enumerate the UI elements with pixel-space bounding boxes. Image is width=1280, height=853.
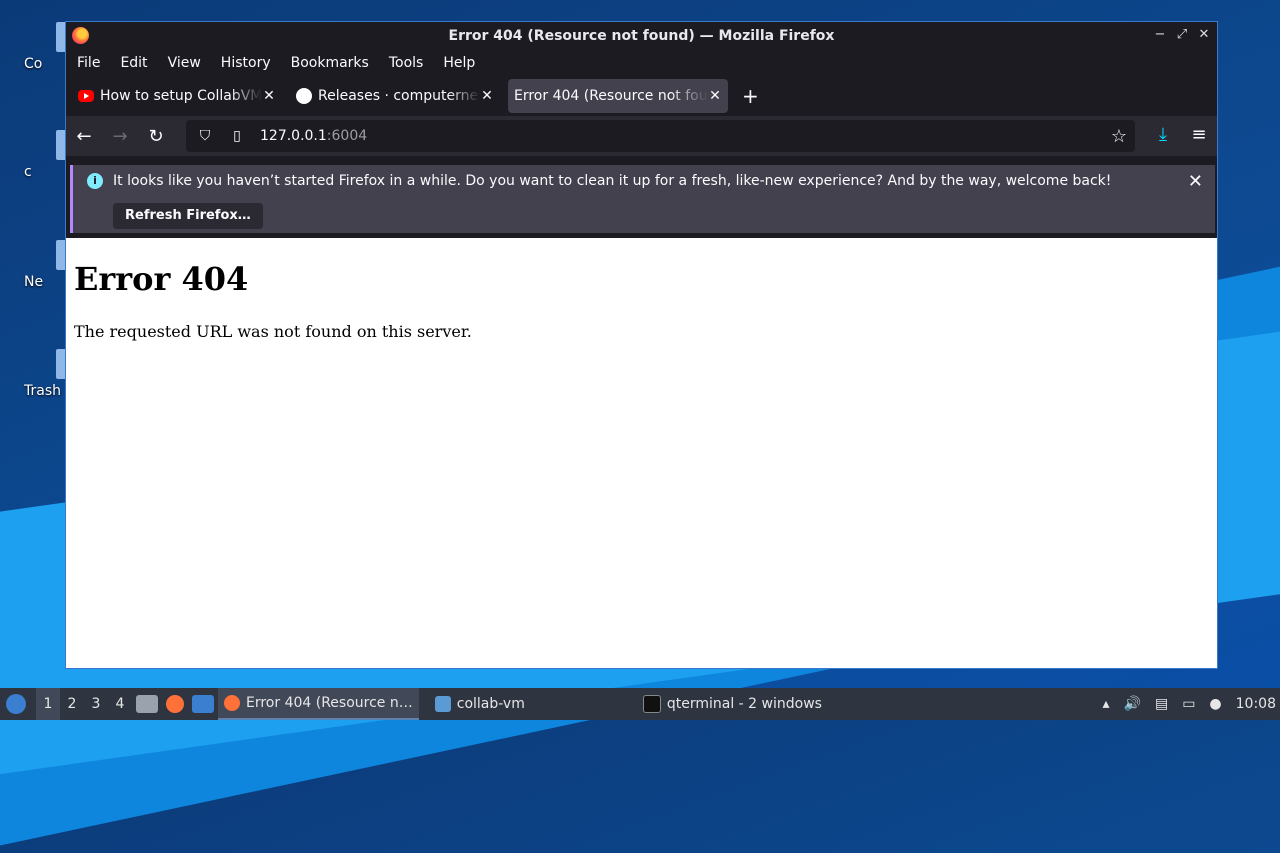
- downloads-icon[interactable]: ⤓: [1153, 124, 1173, 145]
- page-info-icon[interactable]: ▯: [228, 128, 246, 144]
- menu-tools[interactable]: Tools: [389, 55, 424, 71]
- shield-icon[interactable]: ⛉: [196, 128, 214, 144]
- tab-collabvm-video[interactable]: How to setup CollabVM S ✕: [72, 79, 282, 113]
- volume-icon[interactable]: 🔊: [1124, 696, 1141, 712]
- terminal-icon: [642, 695, 661, 713]
- bookmark-star-icon[interactable]: ☆: [1111, 126, 1127, 147]
- minimize-button[interactable]: −: [1153, 26, 1167, 44]
- desktop-icon-label: Trash: [24, 383, 61, 399]
- firefox-logo-icon: [72, 27, 89, 44]
- show-desktop-icon[interactable]: [192, 695, 214, 713]
- task-label: Error 404 (Resource n…: [246, 695, 413, 711]
- notification-message: It looks like you haven’t started Firefo…: [113, 173, 1112, 189]
- taskbar: 1 2 3 4 Error 404 (Resource n… collab-vm…: [0, 688, 1280, 720]
- task-label: collab-vm: [456, 696, 525, 712]
- firefox-launcher-icon[interactable]: [166, 695, 184, 713]
- menu-history[interactable]: History: [221, 55, 271, 71]
- url-port: :6004: [326, 128, 368, 144]
- tab-label: How to setup CollabVM S: [100, 88, 262, 104]
- info-icon: i: [87, 173, 103, 189]
- title-bar[interactable]: Error 404 (Resource not found) — Mozilla…: [66, 22, 1217, 50]
- menu-help[interactable]: Help: [443, 55, 475, 71]
- forward-button[interactable]: →: [102, 126, 138, 147]
- tab-bar: How to setup CollabVM S ✕ Releases · com…: [66, 76, 1217, 116]
- desktop-icon-label: c: [24, 164, 32, 180]
- clock[interactable]: 10:08: [1236, 696, 1276, 712]
- workspace-2[interactable]: 2: [60, 696, 84, 712]
- url-text[interactable]: 127.0.0.1:6004: [260, 128, 367, 144]
- page-heading: Error 404: [74, 260, 249, 298]
- firefox-icon: [224, 695, 240, 711]
- tray-arrow-icon[interactable]: ▴: [1102, 696, 1109, 712]
- close-notification-icon[interactable]: ✕: [1188, 171, 1203, 192]
- menu-file[interactable]: File: [77, 55, 100, 71]
- workspace-3[interactable]: 3: [84, 696, 108, 712]
- url-bar[interactable]: ⛉ ▯ 127.0.0.1:6004 ☆: [186, 120, 1135, 152]
- menu-bookmarks[interactable]: Bookmarks: [291, 55, 369, 71]
- maximize-button[interactable]: ⤢: [1175, 26, 1189, 44]
- url-host: 127.0.0.1: [260, 128, 327, 144]
- network-icon[interactable]: ▭: [1182, 696, 1195, 712]
- close-tab-icon[interactable]: ✕: [262, 88, 276, 104]
- menu-edit[interactable]: Edit: [120, 55, 147, 71]
- task-label: qterminal - 2 windows: [666, 696, 822, 712]
- task-qterminal[interactable]: qterminal - 2 windows: [637, 688, 828, 720]
- notification-icon[interactable]: ●: [1209, 696, 1221, 712]
- reload-button[interactable]: ↻: [138, 126, 174, 147]
- close-window-button[interactable]: ✕: [1197, 26, 1211, 44]
- tab-label: Error 404 (Resource not found): [514, 88, 708, 104]
- task-firefox[interactable]: Error 404 (Resource n…: [218, 688, 419, 720]
- refresh-firefox-notification: i It looks like you haven’t started Fire…: [70, 165, 1215, 233]
- close-tab-icon[interactable]: ✕: [480, 88, 494, 104]
- refresh-firefox-button[interactable]: Refresh Firefox…: [113, 203, 263, 229]
- desktop-icon-label: Ne: [24, 274, 44, 290]
- tab-releases[interactable]: Releases · computernewb ✕: [290, 79, 500, 113]
- file-manager-launcher-icon[interactable]: [136, 695, 158, 713]
- menu-bar: File Edit View History Bookmarks Tools H…: [66, 50, 1217, 76]
- navigation-toolbar: ← → ↻ ⛉ ▯ 127.0.0.1:6004 ☆ ⤓ ≡: [66, 116, 1217, 156]
- tab-label: Releases · computernewb: [318, 88, 480, 104]
- firefox-window: Error 404 (Resource not found) — Mozilla…: [65, 21, 1218, 669]
- page-content: Error 404 The requested URL was not foun…: [66, 238, 1217, 668]
- clipboard-icon[interactable]: ▤: [1155, 696, 1168, 712]
- workspace-1[interactable]: 1: [36, 688, 60, 720]
- github-icon: [296, 88, 312, 104]
- tab-error-404[interactable]: Error 404 (Resource not found) ✕: [508, 79, 728, 113]
- back-button[interactable]: ←: [66, 126, 102, 147]
- new-tab-button[interactable]: +: [742, 84, 759, 108]
- close-tab-icon[interactable]: ✕: [708, 88, 722, 104]
- folder-icon: [434, 696, 451, 712]
- hamburger-menu-icon[interactable]: ≡: [1189, 124, 1209, 145]
- window-title: Error 404 (Resource not found) — Mozilla…: [448, 28, 835, 44]
- start-menu-icon[interactable]: [6, 694, 26, 714]
- system-tray: ▴ 🔊 ▤ ▭ ● 10:08: [1102, 688, 1276, 720]
- menu-view[interactable]: View: [168, 55, 201, 71]
- task-collab-vm[interactable]: collab-vm: [429, 688, 531, 720]
- youtube-icon: [78, 90, 94, 102]
- desktop-icon-label: Co: [24, 56, 43, 72]
- page-body: The requested URL was not found on this …: [74, 322, 472, 341]
- workspace-4[interactable]: 4: [108, 696, 132, 712]
